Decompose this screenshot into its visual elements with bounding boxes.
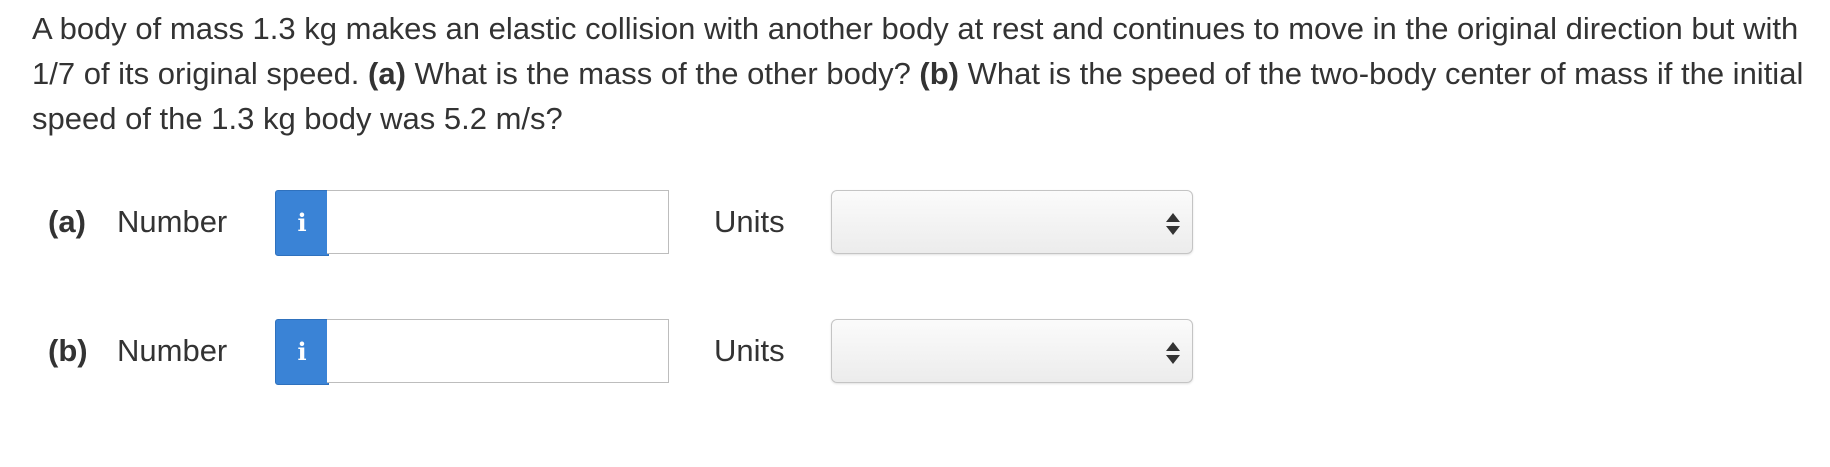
select-arrows-icon <box>1166 342 1180 364</box>
part-a-label: (a) <box>48 204 86 239</box>
info-icon: i <box>297 337 307 366</box>
info-button-a[interactable]: i <box>275 190 329 256</box>
question-part-a-text: What is the mass of the other body? <box>405 56 920 91</box>
info-icon: i <box>297 208 307 237</box>
units-select-b[interactable] <box>831 319 1193 383</box>
number-label-a: Number <box>117 204 228 239</box>
number-input-b[interactable] <box>327 319 669 383</box>
units-label-b: Units <box>714 333 785 368</box>
units-select-a[interactable] <box>831 190 1193 254</box>
question-part-a-marker: (a) <box>368 56 406 91</box>
number-label-b: Number <box>117 333 228 368</box>
number-input-a[interactable] <box>327 190 669 254</box>
answer-row-b: (b) Number i Units <box>0 319 1300 385</box>
units-label-a: Units <box>714 204 785 239</box>
question-part-b-marker: (b) <box>919 56 960 91</box>
answer-row-a: (a) Number i Units <box>0 190 1300 256</box>
select-arrows-icon <box>1166 213 1180 235</box>
info-button-b[interactable]: i <box>275 319 329 385</box>
part-b-label: (b) <box>48 333 88 368</box>
question-text: A body of mass 1.3 kg makes an elastic c… <box>32 6 1822 141</box>
